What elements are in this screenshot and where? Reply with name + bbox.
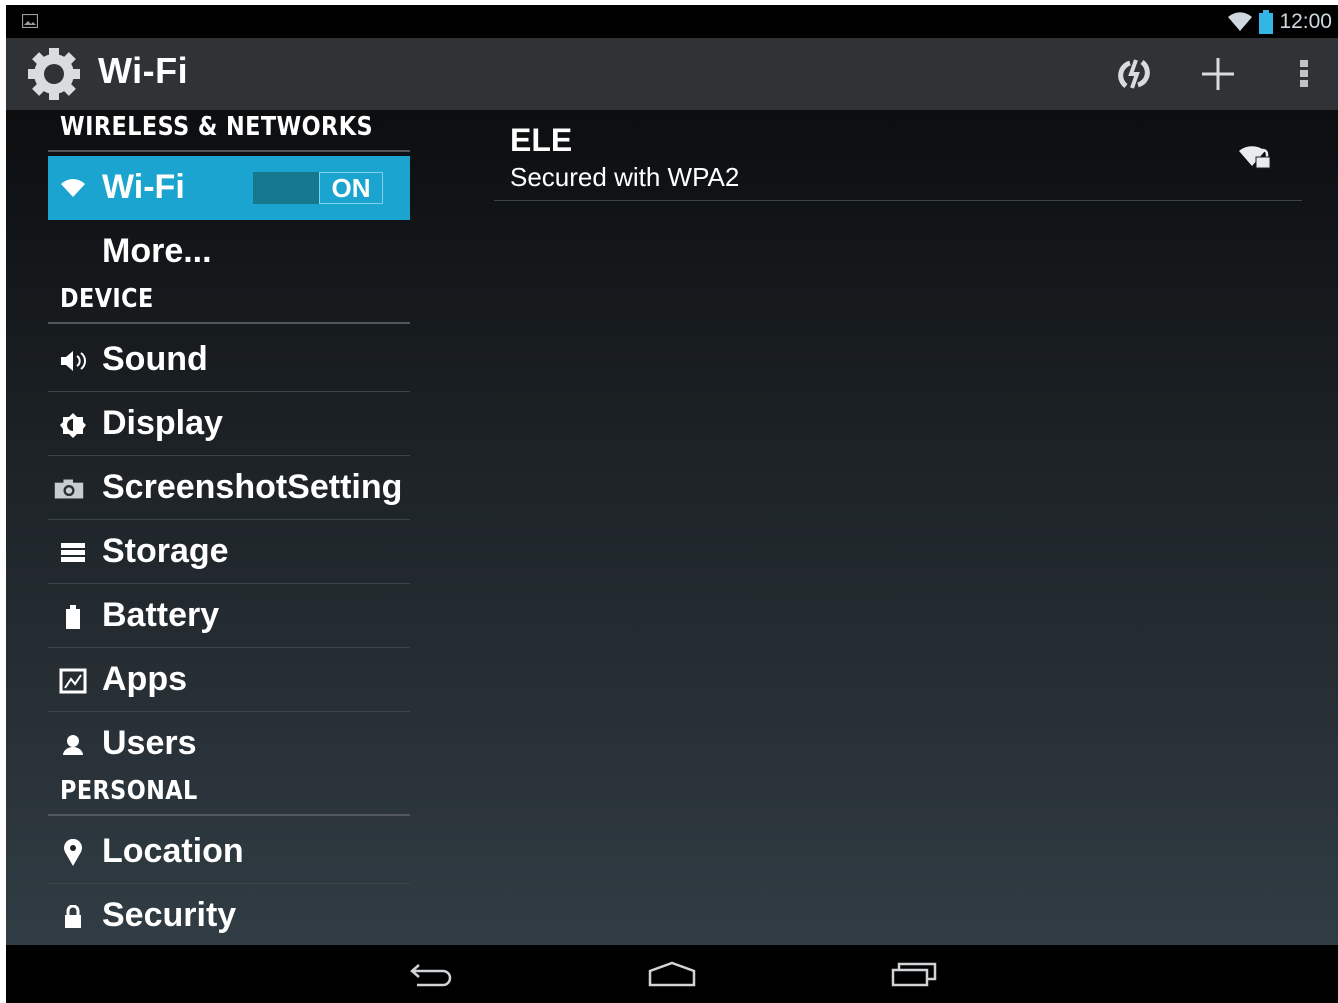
section-header-label: WIRELESS & NETWORKS (60, 112, 373, 142)
sidebar-item-label: Storage (102, 532, 229, 570)
overflow-menu-icon (1300, 60, 1308, 87)
camera-icon (54, 474, 84, 504)
sidebar-item-screenshot[interactable]: ScreenshotSetting (48, 456, 410, 520)
action-bar: Wi-Fi (6, 38, 1338, 110)
sidebar-item-label: Wi-Fi (102, 168, 185, 206)
sidebar-item-battery[interactable]: Battery (48, 584, 410, 648)
network-ssid: ELE (510, 122, 573, 158)
wifi-toggle-switch[interactable]: ON (253, 172, 383, 204)
wifi-icon (58, 174, 88, 204)
sidebar-item-location[interactable]: Location (48, 820, 410, 884)
sidebar-item-apps[interactable]: Apps (48, 648, 410, 712)
section-header-wireless: WIRELESS & NETWORKS (48, 112, 410, 152)
sidebar-item-label: Display (102, 404, 223, 442)
settings-sidebar: WIRELESS & NETWORKS Wi-Fi ON More... DEV… (48, 110, 410, 948)
sidebar-item-label: More... (102, 232, 212, 270)
sidebar-item-more[interactable]: More... (48, 220, 410, 284)
sidebar-item-wifi[interactable]: Wi-Fi ON (48, 156, 410, 220)
location-pin-icon (58, 838, 88, 868)
sidebar-item-display[interactable]: Display (48, 392, 410, 456)
section-header-device: DEVICE (48, 284, 410, 324)
sidebar-item-label: ScreenshotSetting (102, 468, 403, 506)
sidebar-item-users[interactable]: Users (48, 712, 410, 776)
sidebar-item-label: Location (102, 832, 244, 870)
section-header-personal: PERSONAL (48, 776, 410, 816)
sidebar-item-label: Sound (102, 340, 208, 378)
add-network-icon (1202, 58, 1234, 90)
section-header-label: PERSONAL (60, 776, 198, 806)
recents-icon (891, 962, 937, 987)
sidebar-item-label: Security (102, 896, 237, 934)
status-clock: 12:00 (1279, 10, 1332, 33)
sidebar-item-storage[interactable]: Storage (48, 520, 410, 584)
battery-icon (1259, 10, 1274, 34)
storage-icon (58, 538, 88, 568)
sidebar-item-label: Battery (102, 596, 220, 634)
add-network-button[interactable] (1194, 52, 1242, 96)
speaker-icon (58, 346, 88, 376)
navigation-bar (6, 945, 1338, 1003)
home-icon (648, 961, 696, 987)
recents-button[interactable] (884, 955, 944, 993)
status-right-group: 12:00 (1227, 9, 1332, 35)
sidebar-item-label: Apps (102, 660, 187, 698)
settings-content: WIRELESS & NETWORKS Wi-Fi ON More... DEV… (6, 110, 1338, 948)
picture-notification-icon (22, 14, 38, 28)
wifi-toggle-on-label: ON (319, 172, 383, 204)
wps-button[interactable] (1110, 52, 1158, 96)
wifi-locked-signal-icon (1239, 146, 1271, 169)
settings-gear-icon[interactable] (24, 44, 84, 104)
wifi-signal-icon (1228, 12, 1253, 31)
page-title: Wi-Fi (98, 50, 189, 91)
overflow-menu-button[interactable] (1280, 52, 1328, 96)
back-icon (410, 964, 452, 987)
section-header-label: DEVICE (60, 284, 154, 314)
status-bar: 12:00 (6, 5, 1338, 38)
battery-icon (58, 602, 88, 632)
network-security-status: Secured with WPA2 (510, 162, 740, 192)
back-button[interactable] (402, 955, 462, 993)
user-icon (58, 730, 88, 760)
wps-push-button-icon (1118, 59, 1150, 89)
network-row[interactable]: ELE Secured with WPA2 (494, 110, 1302, 201)
apps-icon (58, 666, 88, 696)
lock-icon (58, 902, 88, 932)
sidebar-item-sound[interactable]: Sound (48, 328, 410, 392)
tablet-screen: 12:00 Wi-Fi WIRELESS & NETWORKS Wi-Fi ON… (6, 5, 1338, 1003)
home-button[interactable] (642, 955, 702, 993)
sidebar-item-label: Users (102, 724, 197, 762)
brightness-icon (58, 410, 88, 440)
sidebar-item-security[interactable]: Security (48, 884, 410, 948)
